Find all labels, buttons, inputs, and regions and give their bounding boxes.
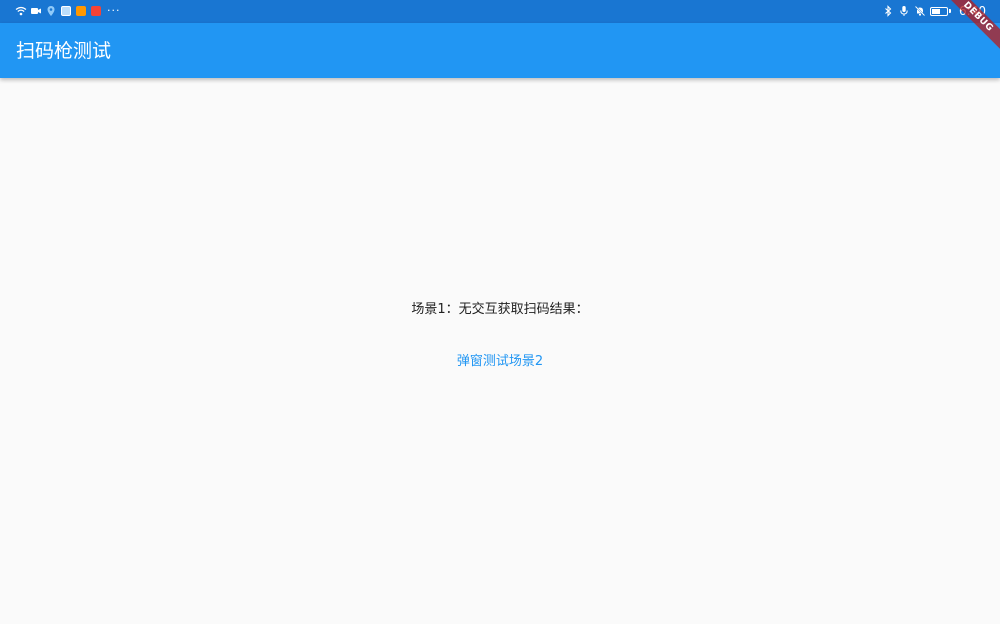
app-bar: 扫码枪测试	[0, 23, 1000, 78]
more-notifications-icon: ···	[107, 4, 121, 17]
mic-icon	[898, 5, 910, 17]
screen: ··· 扫码枪测试 DEBUG 场景1：无交互获取扫码结果： 弹窗测试场景2	[0, 0, 1000, 624]
wifi-icon	[15, 5, 27, 17]
app-icon	[90, 5, 102, 17]
app-icon	[60, 5, 72, 17]
scene2-dialog-button[interactable]: 弹窗测试场景2	[449, 352, 551, 372]
battery-tip	[949, 9, 952, 13]
location-icon	[45, 5, 57, 17]
mute-icon	[914, 5, 926, 17]
main-content: 场景1：无交互获取扫码结果： 弹窗测试场景2	[0, 300, 1000, 372]
bluetooth-icon	[882, 5, 894, 17]
status-left-icons: ···	[15, 5, 121, 17]
status-bar: ···	[0, 0, 1000, 23]
app-icon	[75, 5, 87, 17]
camera-icon	[30, 5, 42, 17]
battery-level	[932, 8, 940, 14]
scene1-label: 场景1：无交互获取扫码结果：	[411, 302, 589, 317]
battery-icon	[930, 6, 949, 16]
page-title: 扫码枪测试	[16, 40, 112, 62]
